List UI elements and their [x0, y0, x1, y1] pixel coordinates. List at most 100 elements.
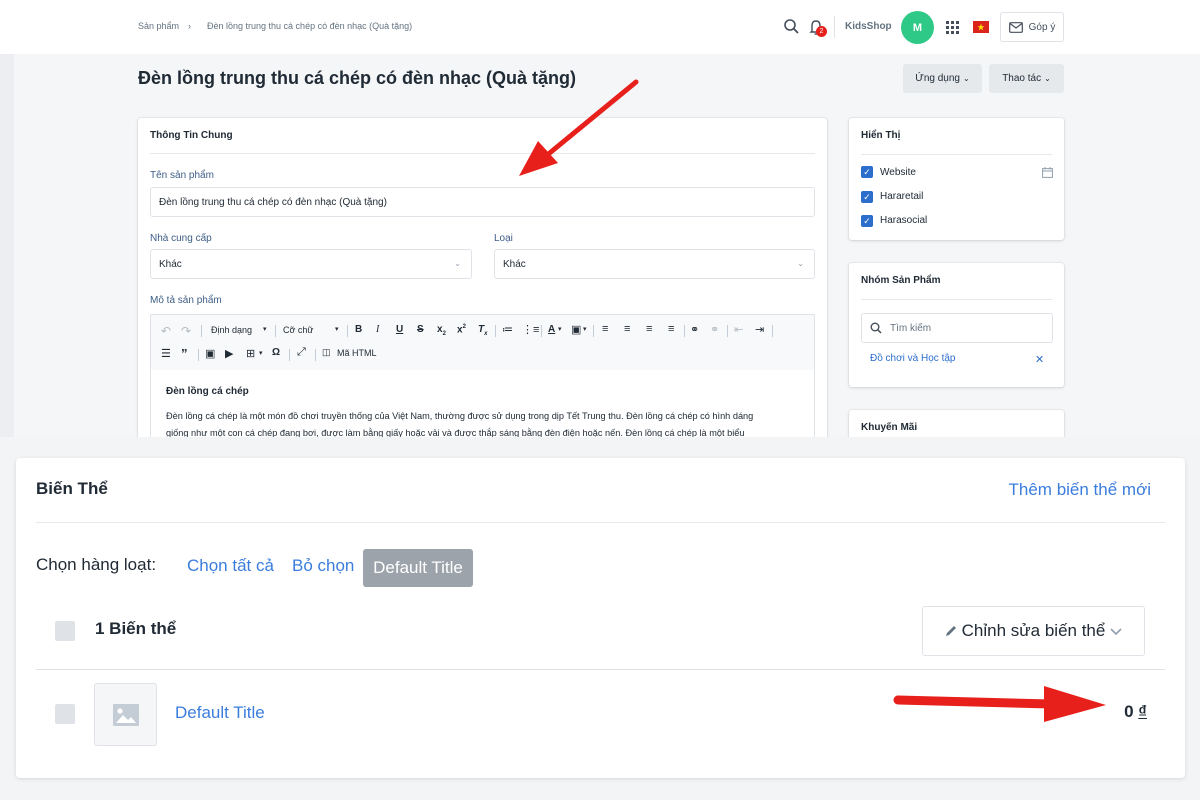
chevron-down-icon: ▾ [558, 326, 562, 333]
clear-format-icon[interactable]: Tx [478, 324, 487, 337]
variants-card: Biến Thể Thêm biến thể mới Chọn hàng loạ… [16, 458, 1185, 778]
divider [150, 153, 815, 154]
align-justify-icon[interactable]: ≡ [668, 323, 674, 335]
align-right-icon[interactable]: ≡ [646, 323, 652, 335]
channel-label: Harasocial [880, 215, 928, 226]
undo-icon[interactable]: ↶ [161, 324, 171, 338]
vietnam-flag-icon[interactable] [973, 21, 989, 33]
blockquote-icon[interactable]: ” [181, 346, 188, 361]
variant-thumbnail[interactable] [94, 683, 157, 746]
edit-variants-label: Chỉnh sửa biến thể [961, 621, 1106, 640]
variant-name-link[interactable]: Default Title [175, 703, 265, 723]
divider [684, 325, 685, 337]
italic-icon[interactable]: I [376, 324, 379, 335]
indent-icon[interactable]: ⇥ [755, 323, 764, 336]
channel-checkbox-harasocial[interactable]: ✓ [861, 215, 873, 227]
horizontal-rule-icon[interactable]: ☰ [161, 347, 171, 360]
mail-icon [1008, 21, 1023, 33]
divider [36, 669, 1165, 670]
channel-checkbox-hararetail[interactable]: ✓ [861, 191, 873, 203]
font-size-dropdown[interactable]: Cỡ chữ [283, 325, 313, 335]
page-title: Đèn lồng trung thu cá chép có đèn nhạc (… [138, 68, 577, 88]
description-editor[interactable]: Đèn lồng cá chép Đèn lồng cá chép là một… [150, 370, 815, 437]
deselect-link[interactable]: Bỏ chọn [292, 556, 354, 576]
chevron-down-icon: ⌄ [454, 259, 461, 268]
strikethrough-icon[interactable]: S [417, 324, 424, 335]
chevron-down-icon: ▾ [259, 350, 263, 357]
align-center-icon[interactable]: ≡ [624, 323, 630, 335]
search-icon [870, 322, 882, 334]
product-group-title: Nhóm Sản Phẩm [861, 275, 941, 286]
channel-label: Hararetail [880, 191, 924, 202]
unlink-icon[interactable]: ⚭ [710, 323, 719, 336]
chevron-down-icon: ▾ [335, 326, 339, 333]
ordered-list-icon[interactable]: ≔ [502, 323, 513, 336]
format-dropdown[interactable]: Định dạng [211, 325, 252, 335]
underline-icon[interactable]: U [396, 324, 403, 335]
close-icon[interactable]: ✕ [1035, 353, 1044, 366]
divider [347, 325, 348, 337]
divider [834, 16, 835, 38]
divider [315, 349, 316, 361]
link-icon[interactable]: ⚭ [690, 323, 699, 336]
description-label: Mô tả sản phẩm [150, 295, 222, 306]
special-char-icon[interactable]: Ω [272, 347, 280, 358]
product-name-input[interactable]: Đèn lồng trung thu cá chép có đèn nhạc (… [150, 187, 815, 217]
bullet-list-icon[interactable]: ⋮≡ [522, 323, 539, 336]
align-left-icon[interactable]: ≡ [602, 323, 608, 335]
image-placeholder-icon [112, 703, 139, 726]
group-tag[interactable]: Đồ chơi và Học tập [870, 353, 955, 364]
feedback-button[interactable]: Góp ý [1000, 12, 1064, 42]
video-icon[interactable]: ▶ [225, 347, 233, 360]
type-label: Loại [494, 233, 513, 244]
divider [198, 349, 199, 361]
divider [772, 325, 773, 337]
fullscreen-icon[interactable]: ⤢ [297, 346, 306, 359]
select-all-variants-checkbox[interactable] [55, 621, 75, 641]
edit-variants-button[interactable]: Chỉnh sửa biến thể [922, 606, 1145, 656]
html-source-icon[interactable]: ◫ [322, 347, 331, 358]
group-search-input[interactable]: Tìm kiếm [861, 313, 1053, 343]
default-title-chip[interactable]: Default Title [363, 549, 473, 587]
subscript-icon[interactable]: x2 [437, 324, 446, 337]
actions-dropdown-button[interactable]: Thao tác ⌄ [989, 64, 1064, 93]
store-name[interactable]: KidsShop [845, 21, 892, 32]
search-icon[interactable] [783, 18, 800, 35]
redo-icon[interactable]: ↷ [181, 324, 191, 338]
variants-title: Biến Thể [36, 479, 108, 498]
text-color-icon[interactable]: A [548, 324, 555, 335]
visibility-title: Hiển Thị [861, 130, 901, 141]
avatar[interactable]: M [901, 11, 934, 44]
actions-button-label: Thao tác [1002, 73, 1042, 84]
background-color-icon[interactable]: ▣ [571, 323, 581, 336]
vendor-select[interactable]: Khác ⌄ [150, 249, 472, 279]
product-edit-page: Sản phẩm › Đèn lồng trung thu cá chép có… [0, 0, 1200, 437]
image-icon[interactable]: ▣ [205, 347, 215, 360]
divider [289, 349, 290, 361]
divider [275, 325, 276, 337]
apps-grid-icon[interactable] [946, 21, 959, 34]
channel-checkbox-website[interactable]: ✓ [861, 166, 873, 178]
variant-checkbox[interactable] [55, 704, 75, 724]
breadcrumb-products[interactable]: Sản phẩm [138, 21, 179, 31]
calendar-icon[interactable] [1042, 167, 1053, 178]
outdent-icon[interactable]: ⇤ [734, 323, 743, 336]
product-group-card: Nhóm Sản Phẩm Tìm kiếm Đồ chơi và Học tậ… [849, 263, 1064, 387]
table-icon[interactable]: ⊞ [246, 347, 255, 360]
apps-dropdown-button[interactable]: Ứng dụng ⌄ [903, 64, 982, 93]
superscript-icon[interactable]: x2 [457, 324, 466, 335]
bold-icon[interactable]: B [355, 324, 362, 335]
editor-paragraph-line: giống như một con cá chép đang bơi, được… [166, 428, 745, 437]
notification-badge: 2 [816, 26, 827, 37]
breadcrumb-current: Đèn lồng trung thu cá chép có đèn nhạc (… [207, 21, 413, 31]
breadcrumb-separator: › [188, 21, 191, 31]
type-select[interactable]: Khác ⌄ [494, 249, 815, 279]
divider [201, 325, 202, 337]
divider [541, 325, 542, 337]
promotion-card: Khuyến Mãi [849, 410, 1064, 437]
select-all-link[interactable]: Chọn tất cả [187, 556, 274, 576]
chevron-down-icon [1110, 628, 1122, 636]
variant-count: 1 Biến thể [95, 619, 177, 638]
html-source-button[interactable]: Mã HTML [337, 348, 377, 358]
add-variant-link[interactable]: Thêm biến thể mới [1009, 480, 1151, 500]
